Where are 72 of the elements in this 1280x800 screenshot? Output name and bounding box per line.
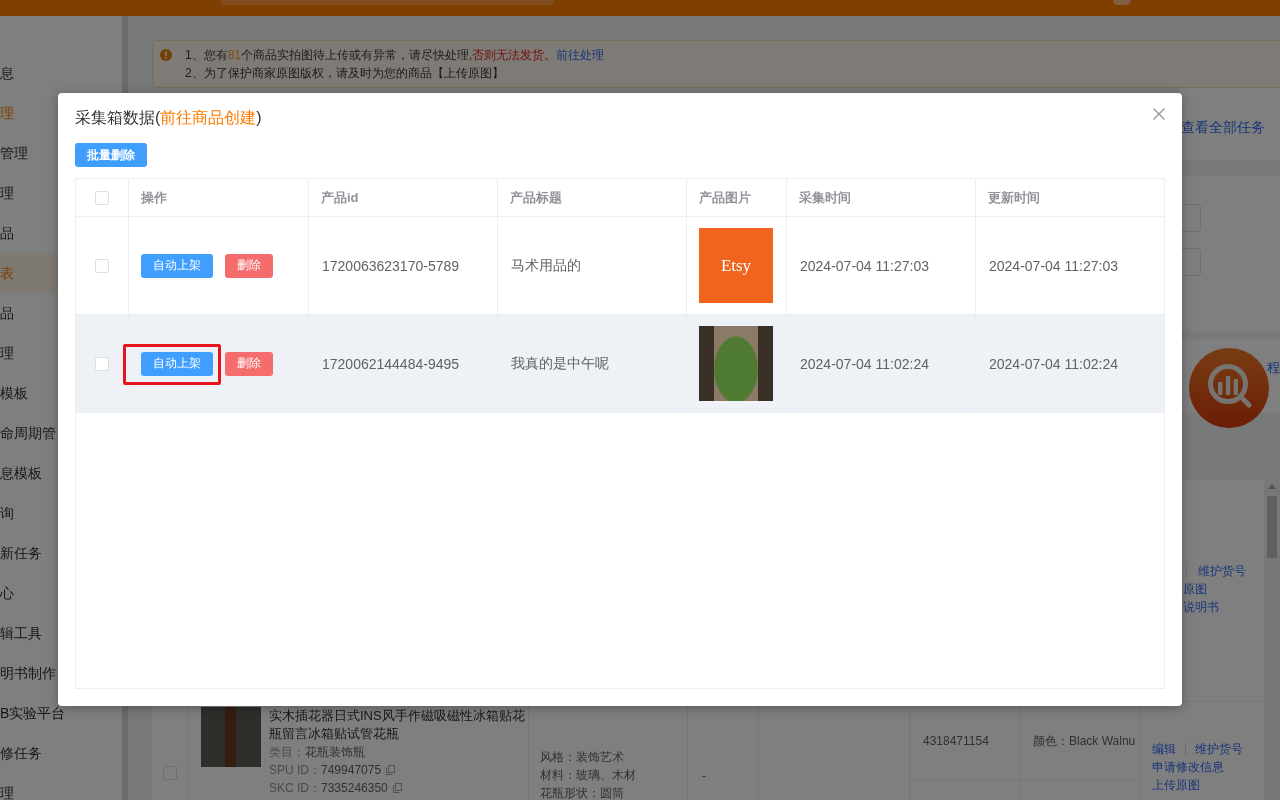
table-cell-text: 2024-07-04 11:02:24	[988, 354, 1119, 374]
table-cell: 我真的是中午呢	[498, 315, 687, 412]
auto-list-button[interactable]: 自动上架	[141, 253, 213, 278]
attribute-text: 材料：玻璃、木材	[540, 767, 637, 784]
sidebar-item[interactable]: 修任务	[0, 733, 42, 773]
attribute-text: 花瓶形状：圆筒	[540, 785, 625, 800]
table-cell: 马术用品的	[498, 217, 687, 314]
column-header: 操作	[129, 179, 309, 216]
photo-placeholder	[201, 707, 261, 767]
delete-button[interactable]: 删除	[225, 351, 273, 376]
copy-icon[interactable]	[386, 765, 396, 775]
sidebar-item[interactable]: 理	[0, 93, 14, 133]
copy-icon[interactable]	[392, 783, 402, 793]
column-header: 采集时间	[787, 179, 976, 216]
view-all-tasks-link[interactable]: 查看全部任务	[1181, 119, 1265, 137]
create-product-link[interactable]: 前往商品创建	[160, 109, 257, 126]
delete-button[interactable]: 删除	[225, 253, 273, 278]
table-cell: 2024-07-04 11:27:03	[787, 217, 976, 314]
edit-link[interactable]: 编辑	[1152, 740, 1176, 758]
auto-list-button[interactable]: 自动上架	[141, 351, 213, 376]
column-header: 产品标题	[498, 179, 687, 216]
attribute-text: 风格：装饰艺术	[540, 749, 625, 766]
sidebar-item[interactable]: 明书制作	[0, 653, 56, 693]
action-link[interactable]: 原图	[1183, 582, 1207, 596]
sidebar-item[interactable]: 品	[0, 293, 14, 333]
sidebar-item[interactable]: 理	[0, 333, 14, 373]
action-link[interactable]: 上传原图	[1152, 776, 1200, 794]
logo-text: Etsy	[720, 255, 752, 276]
scrollbar-thumb[interactable]	[1267, 496, 1277, 558]
input-field[interactable]	[1180, 204, 1201, 232]
action-link[interactable]: 说明书	[1183, 600, 1219, 614]
table-cell-text: 2024-07-04 11:27:03	[988, 256, 1119, 276]
process-link[interactable]: 前往处理	[556, 48, 605, 62]
table-cell: 1720062144484-9495	[309, 315, 498, 412]
table-cell: 1720063623170-5789	[309, 217, 498, 314]
search-field[interactable]	[220, 0, 555, 5]
scroll-up-icon[interactable]	[1268, 484, 1276, 489]
batch-delete-button[interactable]: 批量删除	[75, 143, 147, 167]
sidebar-item[interactable]: 息	[0, 53, 14, 93]
notice-text: 2、为了保护商家原图版权，请及时为您的商品【上传原图】	[185, 65, 505, 82]
column-header: 产品id	[309, 179, 498, 216]
sidebar-item[interactable]: 理	[0, 173, 14, 213]
action-link[interactable]: 维护货号	[1195, 740, 1243, 758]
sidebar-item[interactable]: 心	[0, 573, 14, 613]
table-cell: 2024-07-04 11:02:24	[787, 315, 976, 412]
sidebar-item[interactable]: 表	[0, 253, 60, 293]
notice-text: 1、您有81个商品实拍图待上传或有异常，请尽快处理,否则无法发货。前往处理	[185, 47, 605, 64]
tutorial-link[interactable]: 程	[1267, 360, 1280, 376]
sidebar-item[interactable]: 品	[0, 213, 14, 253]
avatar-icon[interactable]	[1113, 0, 1131, 5]
modal-title: 采集箱数据(前往商品创建)	[75, 108, 262, 128]
action-link[interactable]: 申请修改信息	[1152, 758, 1224, 776]
checkbox[interactable]	[95, 356, 109, 371]
sidebar-item[interactable]: 管理	[0, 133, 28, 173]
sidebar-item[interactable]: 命周期管	[0, 413, 56, 453]
product-title: 实木插花器日式INS风手作磁吸磁性冰箱贴花瓶留言冰箱贴试管花瓶	[269, 707, 526, 743]
column-header: 更新时间	[987, 188, 1041, 207]
scrollbar-track[interactable]	[1264, 480, 1280, 800]
column-header: 产品图片	[687, 179, 787, 216]
action-link[interactable]: 维护货号	[1198, 562, 1246, 580]
table-cell: -	[702, 769, 706, 783]
input-field[interactable]	[1180, 248, 1201, 276]
sidebar-item[interactable]: 息模板	[0, 453, 42, 493]
sidebar-item[interactable]: 理	[0, 773, 14, 800]
sidebar-item[interactable]: 询	[0, 493, 14, 533]
sidebar-item[interactable]: 模板	[0, 373, 28, 413]
checkbox[interactable]	[95, 258, 109, 273]
close-icon[interactable]	[1153, 108, 1165, 120]
warning-icon	[160, 49, 172, 61]
checkbox[interactable]	[95, 190, 109, 205]
sidebar-item[interactable]: 辑工具	[0, 613, 42, 653]
sidebar-item[interactable]: 新任务	[0, 533, 42, 573]
